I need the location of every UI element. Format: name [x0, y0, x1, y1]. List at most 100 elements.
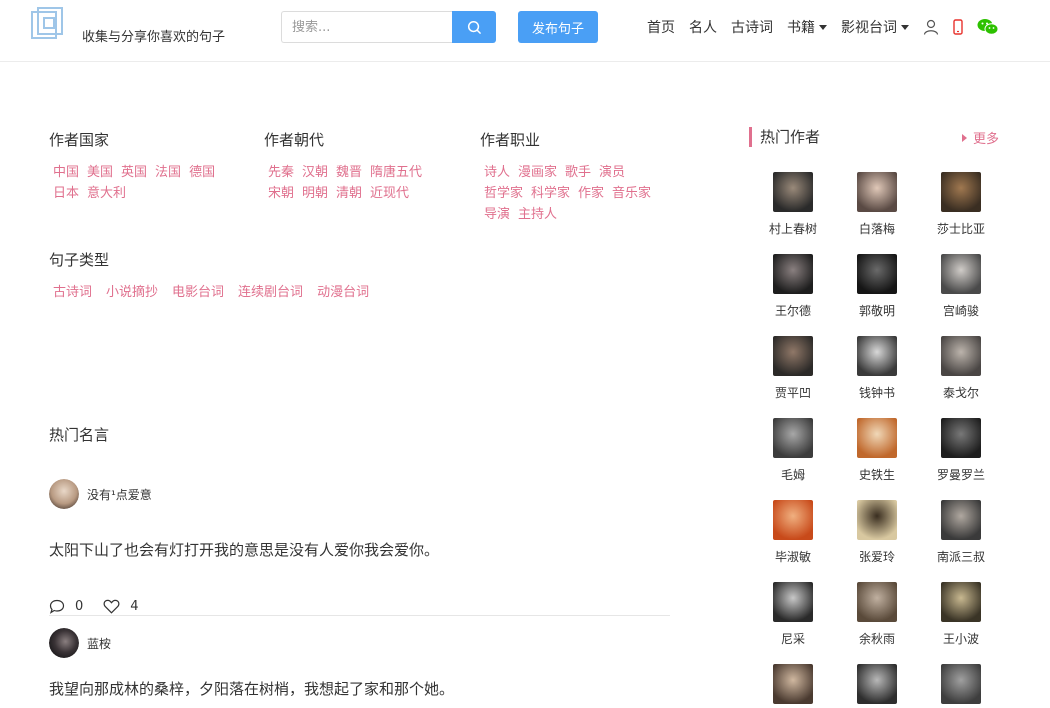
author-name[interactable]: 王尔德 [775, 302, 811, 319]
author-card[interactable]: 史铁生 [835, 418, 919, 483]
category-link[interactable]: 主持人 [518, 204, 557, 225]
mobile-app-button[interactable] [953, 19, 963, 35]
author-name[interactable]: 村上春树 [769, 220, 817, 237]
author-photo[interactable] [773, 664, 813, 704]
nav-celebrities[interactable]: 名人 [689, 17, 717, 37]
author-photo[interactable] [941, 254, 981, 294]
author-card[interactable]: 张爱玲 [835, 500, 919, 565]
author-photo[interactable] [773, 336, 813, 376]
author-name[interactable]: 尼采 [781, 630, 805, 647]
category-link[interactable]: 演员 [599, 162, 625, 183]
author-name[interactable]: 罗曼罗兰 [937, 466, 985, 483]
category-link[interactable]: 哲学家 [484, 183, 523, 204]
logo-icon[interactable] [30, 6, 66, 42]
category-link[interactable]: 意大利 [87, 183, 126, 204]
author-name[interactable]: 南派三叔 [937, 548, 985, 565]
author-card[interactable]: 泰戈尔 [919, 336, 1003, 401]
author-card[interactable]: 鲁迅 [919, 664, 1003, 708]
nav-books-dropdown[interactable]: 书籍 [787, 17, 827, 37]
publish-quote-button[interactable]: 发布句子 [518, 11, 598, 43]
author-name[interactable]: 王小波 [943, 630, 979, 647]
category-link[interactable]: 先秦 [268, 162, 294, 183]
author-name[interactable]: 莎士比亚 [937, 220, 985, 237]
author-card[interactable]: 毕淑敏 [751, 500, 835, 565]
author-name[interactable]: 毕淑敏 [775, 548, 811, 565]
author-name[interactable]: 泰戈尔 [943, 384, 979, 401]
wechat-button[interactable] [977, 18, 999, 36]
author-photo[interactable] [773, 172, 813, 212]
category-link[interactable]: 法国 [155, 162, 181, 183]
author-name[interactable]: 钱钟书 [859, 384, 895, 401]
author-card[interactable]: 罗曼罗兰 [919, 418, 1003, 483]
author-name[interactable]: 贾平凹 [775, 384, 811, 401]
author-card[interactable]: 莎士比亚 [919, 172, 1003, 237]
category-link[interactable]: 音乐家 [612, 183, 651, 204]
author-photo[interactable] [941, 582, 981, 622]
author-card[interactable]: 王尔德 [751, 254, 835, 319]
comment-button[interactable]: 0 [49, 599, 83, 614]
author-card[interactable]: 毛姆 [751, 418, 835, 483]
user-account-button[interactable] [923, 19, 939, 35]
category-link[interactable]: 汉朝 [302, 162, 328, 183]
quote-username[interactable]: 蓝桉 [87, 635, 111, 652]
author-photo[interactable] [857, 254, 897, 294]
author-photo[interactable] [773, 418, 813, 458]
author-card[interactable]: 北岛 [835, 664, 919, 708]
author-photo[interactable] [941, 336, 981, 376]
category-link[interactable]: 德国 [189, 162, 215, 183]
author-card[interactable]: 钱钟书 [835, 336, 919, 401]
category-link[interactable]: 清朝 [336, 183, 362, 204]
quote-user[interactable]: 蓝桉 [49, 628, 670, 658]
nav-film-quotes-dropdown[interactable]: 影视台词 [841, 17, 909, 37]
author-card[interactable]: 村上春树 [751, 172, 835, 237]
author-card[interactable]: 余秋雨 [835, 582, 919, 647]
nav-home[interactable]: 首页 [647, 17, 675, 37]
category-link[interactable]: 小说摘抄 [106, 282, 158, 303]
more-authors-link[interactable]: 更多 [962, 128, 999, 147]
avatar[interactable] [49, 628, 79, 658]
author-photo[interactable] [773, 254, 813, 294]
category-link[interactable]: 诗人 [484, 162, 510, 183]
category-link[interactable]: 歌手 [565, 162, 591, 183]
author-photo[interactable] [857, 418, 897, 458]
category-link[interactable]: 电影台词 [172, 282, 224, 303]
quote-text[interactable]: 太阳下山了也会有灯打开我的意思是没有人爱你我会爱你。 [49, 539, 670, 560]
author-photo[interactable] [857, 172, 897, 212]
category-link[interactable]: 导演 [484, 204, 510, 225]
category-link[interactable]: 明朝 [302, 183, 328, 204]
search-button[interactable] [452, 11, 496, 43]
category-link[interactable]: 宋朝 [268, 183, 294, 204]
author-name[interactable]: 张爱玲 [859, 548, 895, 565]
author-card[interactable]: 郭敬明 [835, 254, 919, 319]
quote-user[interactable]: 没有¹点爱意 [49, 479, 670, 509]
category-link[interactable]: 动漫台词 [317, 282, 369, 303]
author-card[interactable]: 尼采 [751, 582, 835, 647]
search-input[interactable] [281, 11, 452, 43]
author-name[interactable]: 郭敬明 [859, 302, 895, 319]
author-photo[interactable] [941, 500, 981, 540]
author-name[interactable]: 余秋雨 [859, 630, 895, 647]
author-photo[interactable] [857, 582, 897, 622]
category-link[interactable]: 隋唐五代 [370, 162, 422, 183]
category-link[interactable]: 日本 [53, 183, 79, 204]
category-link[interactable]: 魏晋 [336, 162, 362, 183]
category-link[interactable]: 科学家 [531, 183, 570, 204]
like-button[interactable]: 4 [103, 599, 139, 614]
category-link[interactable]: 英国 [121, 162, 147, 183]
author-name[interactable]: 白落梅 [859, 220, 895, 237]
nav-poetry[interactable]: 古诗词 [731, 17, 773, 37]
author-photo[interactable] [773, 582, 813, 622]
author-card[interactable]: 南派三叔 [919, 500, 1003, 565]
author-photo[interactable] [941, 418, 981, 458]
author-card[interactable]: 白落梅 [835, 172, 919, 237]
author-card[interactable]: 贾平凹 [751, 336, 835, 401]
author-card[interactable]: 王小波 [919, 582, 1003, 647]
author-card[interactable]: 三毛 [751, 664, 835, 708]
category-link[interactable]: 近现代 [370, 183, 409, 204]
author-name[interactable]: 宫崎骏 [943, 302, 979, 319]
quote-text[interactable]: 我望向那成林的桑梓，夕阳落在树梢，我想起了家和那个她。 [49, 678, 670, 699]
category-link[interactable]: 作家 [578, 183, 604, 204]
author-card[interactable]: 宫崎骏 [919, 254, 1003, 319]
author-photo[interactable] [857, 664, 897, 704]
category-link[interactable]: 漫画家 [518, 162, 557, 183]
